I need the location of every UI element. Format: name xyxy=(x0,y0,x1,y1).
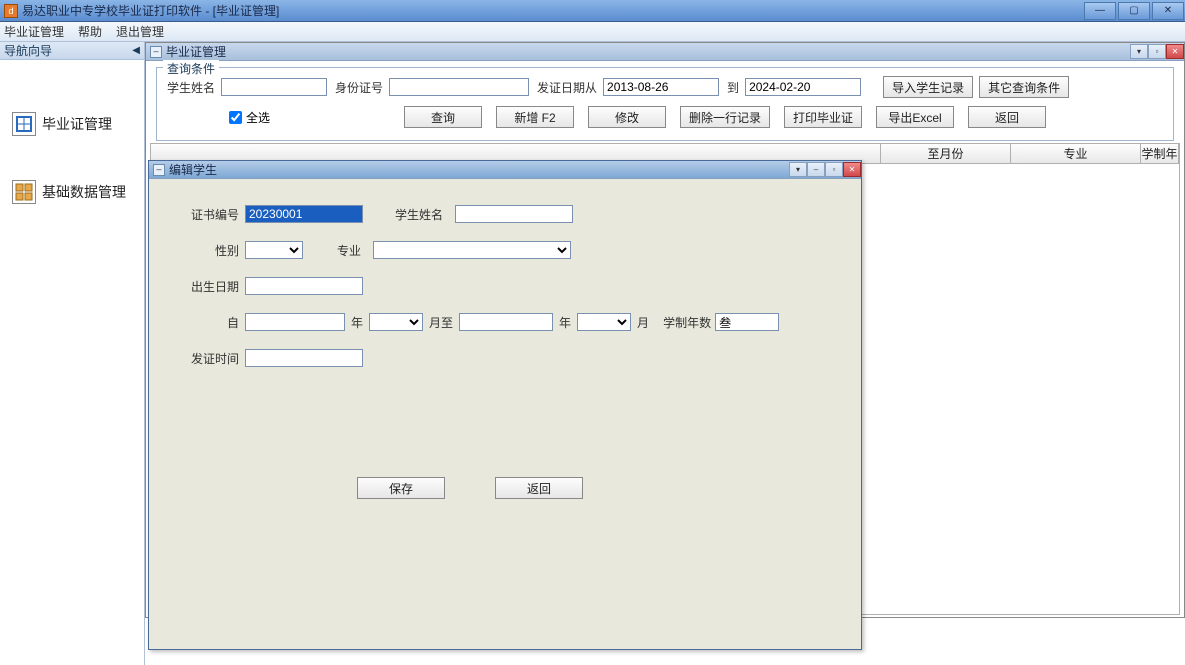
edit-button[interactable]: 修改 xyxy=(588,106,666,128)
basedata-icon xyxy=(12,180,36,204)
sidebar-header: 导航向导 ◀ xyxy=(0,42,144,60)
export-excel-button[interactable]: 导出Excel xyxy=(876,106,954,128)
label-month-to: 月至 xyxy=(429,314,453,331)
mdi-minimize-button[interactable]: ▾ xyxy=(1130,44,1148,59)
label-study-years: 学制年数 xyxy=(663,314,711,331)
input-to-year[interactable] xyxy=(459,313,553,331)
sidebar-item-basedata[interactable]: 基础数据管理 xyxy=(0,158,144,226)
window-close-button[interactable]: ✕ xyxy=(1152,2,1184,20)
mdi-close-button[interactable]: ✕ xyxy=(1166,44,1184,59)
window-title: 易达职业中专学校毕业证打印软件 - [毕业证管理] xyxy=(22,2,279,19)
select-all-checkbox[interactable] xyxy=(229,111,242,124)
add-button[interactable]: 新增 F2 xyxy=(496,106,574,128)
select-major[interactable] xyxy=(373,241,571,259)
select-from-month[interactable] xyxy=(369,313,423,331)
query-button[interactable]: 查询 xyxy=(404,106,482,128)
graduation-icon xyxy=(12,112,36,136)
label-student-name: 学生姓名 xyxy=(167,79,215,96)
sidebar-item-label: 基础数据管理 xyxy=(42,182,126,202)
label-cert-no: 证书编号 xyxy=(167,206,239,223)
print-button[interactable]: 打印毕业证 xyxy=(784,106,862,128)
label-to: 到 xyxy=(727,79,739,96)
label-birth-date: 出生日期 xyxy=(167,278,239,295)
input-date-from[interactable] xyxy=(603,78,719,96)
label-issue-date-from: 发证日期从 xyxy=(537,79,597,96)
sidebar-item-label: 毕业证管理 xyxy=(42,114,112,134)
table-col-study-years[interactable]: 学制年 xyxy=(1141,144,1179,163)
dialog-restore-button[interactable]: ▫ xyxy=(825,162,843,177)
input-birth-date[interactable] xyxy=(245,277,363,295)
menu-exit[interactable]: 退出管理 xyxy=(116,23,164,40)
label-issue-time: 发证时间 xyxy=(167,350,239,367)
mdi-sys-icon[interactable]: – xyxy=(150,46,162,58)
back-button[interactable]: 返回 xyxy=(968,106,1046,128)
label-student-name-dlg: 学生姓名 xyxy=(383,206,443,223)
groupbox-title: 查询条件 xyxy=(163,60,219,77)
menubar: 毕业证管理 帮助 退出管理 xyxy=(0,22,1185,42)
label-gender: 性别 xyxy=(167,242,239,259)
dialog-minimize-button[interactable]: ▾ xyxy=(789,162,807,177)
import-students-button[interactable]: 导入学生记录 xyxy=(883,76,973,98)
sidebar: 导航向导 ◀ 毕业证管理 基础数据管理 xyxy=(0,42,145,665)
dialog-title: 编辑学生 xyxy=(169,161,217,178)
label-select-all: 全选 xyxy=(246,109,270,126)
input-student-name[interactable] xyxy=(221,78,327,96)
label-from: 自 xyxy=(167,314,239,331)
label-year2: 年 xyxy=(559,314,571,331)
menu-help[interactable]: 帮助 xyxy=(78,23,102,40)
other-query-button[interactable]: 其它查询条件 xyxy=(979,76,1069,98)
mdi-restore-button[interactable]: ▫ xyxy=(1148,44,1166,59)
label-major: 专业 xyxy=(323,242,361,259)
window-titlebar: d 易达职业中专学校毕业证打印软件 - [毕业证管理] — ▢ ✕ xyxy=(0,0,1185,22)
input-issue-time[interactable] xyxy=(245,349,363,367)
sidebar-item-graduation[interactable]: 毕业证管理 xyxy=(0,90,144,158)
mdi-title: 毕业证管理 xyxy=(166,43,226,60)
label-month: 月 xyxy=(637,314,649,331)
select-to-month[interactable] xyxy=(577,313,631,331)
dialog-close-button[interactable]: ✕ xyxy=(843,162,861,177)
dialog-sys-icon[interactable]: – xyxy=(153,164,165,176)
input-study-years[interactable] xyxy=(715,313,779,331)
input-date-to[interactable] xyxy=(745,78,861,96)
select-gender[interactable] xyxy=(245,241,303,259)
save-button[interactable]: 保存 xyxy=(357,477,445,499)
sidebar-collapse-icon[interactable]: ◀ xyxy=(132,45,140,56)
input-cert-no[interactable] xyxy=(245,205,363,223)
app-icon: d xyxy=(4,4,18,18)
window-maximize-button[interactable]: ▢ xyxy=(1118,2,1150,20)
input-from-year[interactable] xyxy=(245,313,345,331)
table-col-to-month[interactable]: 至月份 xyxy=(881,144,1011,163)
label-id-number: 身份证号 xyxy=(335,79,383,96)
edit-student-dialog: – 编辑学生 ▾ – ▫ ✕ 证书编号 学生姓名 性别 专业 出生日期 xyxy=(148,160,862,650)
dialog-back-button[interactable]: 返回 xyxy=(495,477,583,499)
table-col-major[interactable]: 专业 xyxy=(1011,144,1141,163)
input-student-name-dlg[interactable] xyxy=(455,205,573,223)
window-minimize-button[interactable]: — xyxy=(1084,2,1116,20)
dialog-min-button[interactable]: – xyxy=(807,162,825,177)
label-year1: 年 xyxy=(351,314,363,331)
menu-graduation[interactable]: 毕业证管理 xyxy=(4,23,64,40)
query-groupbox: 查询条件 学生姓名 身份证号 发证日期从 到 导入学生记录 其它查询条件 xyxy=(156,67,1174,141)
sidebar-title: 导航向导 xyxy=(4,42,52,59)
input-id-number[interactable] xyxy=(389,78,529,96)
delete-row-button[interactable]: 删除一行记录 xyxy=(680,106,770,128)
